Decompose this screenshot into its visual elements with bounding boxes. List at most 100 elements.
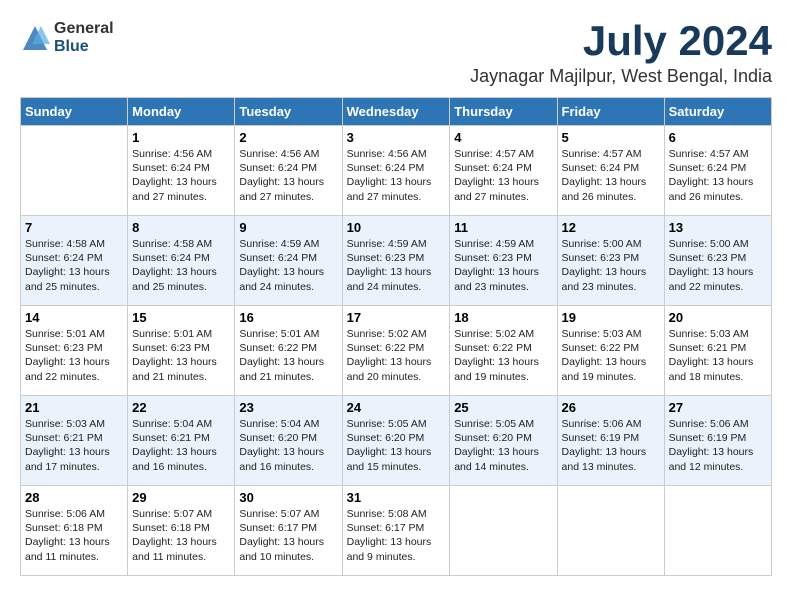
day-info: Sunrise: 4:59 AMSunset: 6:24 PMDaylight:… — [239, 237, 337, 294]
day-info: Sunrise: 5:05 AMSunset: 6:20 PMDaylight:… — [454, 417, 552, 474]
day-number: 14 — [25, 310, 123, 325]
day-number: 2 — [239, 130, 337, 145]
day-number: 9 — [239, 220, 337, 235]
day-info: Sunrise: 5:07 AMSunset: 6:18 PMDaylight:… — [132, 507, 230, 564]
day-info: Sunrise: 4:58 AMSunset: 6:24 PMDaylight:… — [25, 237, 123, 294]
calendar-week-row: 1 Sunrise: 4:56 AMSunset: 6:24 PMDaylight… — [21, 126, 772, 216]
day-of-week-header: Monday — [128, 98, 235, 126]
calendar-cell: 31 Sunrise: 5:08 AMSunset: 6:17 PMDayligh… — [342, 486, 450, 576]
day-info: Sunrise: 5:01 AMSunset: 6:23 PMDaylight:… — [25, 327, 123, 384]
day-info: Sunrise: 4:59 AMSunset: 6:23 PMDaylight:… — [347, 237, 446, 294]
calendar-cell: 4 Sunrise: 4:57 AMSunset: 6:24 PMDaylight… — [450, 126, 557, 216]
day-number: 13 — [669, 220, 767, 235]
day-number: 11 — [454, 220, 552, 235]
calendar-cell: 24Sunrise: 5:05 AMSunset: 6:20 PMDayligh… — [342, 396, 450, 486]
calendar-cell: 25 Sunrise: 5:05 AMSunset: 6:20 PMDayligh… — [450, 396, 557, 486]
day-of-week-header: Wednesday — [342, 98, 450, 126]
day-number: 26 — [562, 400, 660, 415]
day-info: Sunrise: 5:08 AMSunset: 6:17 PMDaylight:… — [347, 507, 446, 564]
calendar-cell: 30 Sunrise: 5:07 AMSunset: 6:17 PMDayligh… — [235, 486, 342, 576]
day-number: 25 — [454, 400, 552, 415]
day-number: 12 — [562, 220, 660, 235]
day-number: 20 — [669, 310, 767, 325]
calendar-cell: 22Sunrise: 5:04 AMSunset: 6:21 PMDayligh… — [128, 396, 235, 486]
logo-blue-text: Blue — [54, 38, 114, 56]
calendar-cell — [557, 486, 664, 576]
day-info: Sunrise: 5:03 AMSunset: 6:21 PMDaylight:… — [25, 417, 123, 474]
day-number: 31 — [347, 490, 446, 505]
calendar-cell: 10 Sunrise: 4:59 AMSunset: 6:23 PMDayligh… — [342, 216, 450, 306]
day-number: 18 — [454, 310, 552, 325]
calendar-week-row: 7Sunrise: 4:58 AMSunset: 6:24 PMDaylight… — [21, 216, 772, 306]
calendar-cell: 12 Sunrise: 5:00 AMSunset: 6:23 PMDayligh… — [557, 216, 664, 306]
calendar-cell: 21Sunrise: 5:03 AMSunset: 6:21 PMDayligh… — [21, 396, 128, 486]
days-of-week-row: SundayMondayTuesdayWednesdayThursdayFrid… — [21, 98, 772, 126]
day-info: Sunrise: 5:02 AMSunset: 6:22 PMDaylight:… — [347, 327, 446, 384]
calendar-cell: 2Sunrise: 4:56 AMSunset: 6:24 PMDaylight… — [235, 126, 342, 216]
calendar-cell: 3 Sunrise: 4:56 AMSunset: 6:24 PMDaylight… — [342, 126, 450, 216]
day-of-week-header: Tuesday — [235, 98, 342, 126]
day-info: Sunrise: 5:04 AMSunset: 6:20 PMDaylight:… — [239, 417, 337, 474]
calendar-cell: 23 Sunrise: 5:04 AMSunset: 6:20 PMDayligh… — [235, 396, 342, 486]
day-number: 10 — [347, 220, 446, 235]
calendar-cell: 13 Sunrise: 5:00 AMSunset: 6:23 PMDayligh… — [664, 216, 771, 306]
calendar-cell: 11 Sunrise: 4:59 AMSunset: 6:23 PMDayligh… — [450, 216, 557, 306]
calendar-week-row: 28 Sunrise: 5:06 AMSunset: 6:18 PMDayligh… — [21, 486, 772, 576]
calendar-cell: 29Sunrise: 5:07 AMSunset: 6:18 PMDayligh… — [128, 486, 235, 576]
day-number: 4 — [454, 130, 552, 145]
day-info: Sunrise: 4:56 AMSunset: 6:24 PMDaylight:… — [347, 147, 446, 204]
day-number: 16 — [239, 310, 337, 325]
day-number: 3 — [347, 130, 446, 145]
header: General Blue July 2024 Jaynagar Majilpur… — [20, 20, 772, 87]
calendar-cell: 9 Sunrise: 4:59 AMSunset: 6:24 PMDaylight… — [235, 216, 342, 306]
location-title: Jaynagar Majilpur, West Bengal, India — [470, 66, 772, 87]
day-number: 27 — [669, 400, 767, 415]
day-of-week-header: Thursday — [450, 98, 557, 126]
day-info: Sunrise: 5:00 AMSunset: 6:23 PMDaylight:… — [562, 237, 660, 294]
calendar-body: 1 Sunrise: 4:56 AMSunset: 6:24 PMDaylight… — [21, 126, 772, 576]
logo-general-text: General — [54, 20, 114, 38]
calendar-cell: 6Sunrise: 4:57 AMSunset: 6:24 PMDaylight… — [664, 126, 771, 216]
day-number: 5 — [562, 130, 660, 145]
calendar-cell: 15 Sunrise: 5:01 AMSunset: 6:23 PMDayligh… — [128, 306, 235, 396]
calendar-cell: 27Sunrise: 5:06 AMSunset: 6:19 PMDayligh… — [664, 396, 771, 486]
logo: General Blue — [20, 20, 114, 55]
calendar-week-row: 14 Sunrise: 5:01 AMSunset: 6:23 PMDayligh… — [21, 306, 772, 396]
calendar-cell: 5Sunrise: 4:57 AMSunset: 6:24 PMDaylight… — [557, 126, 664, 216]
day-of-week-header: Sunday — [21, 98, 128, 126]
calendar-cell: 19Sunrise: 5:03 AMSunset: 6:22 PMDayligh… — [557, 306, 664, 396]
calendar-cell — [664, 486, 771, 576]
day-info: Sunrise: 5:00 AMSunset: 6:23 PMDaylight:… — [669, 237, 767, 294]
day-info: Sunrise: 5:06 AMSunset: 6:18 PMDaylight:… — [25, 507, 123, 564]
day-number: 23 — [239, 400, 337, 415]
calendar-cell: 7Sunrise: 4:58 AMSunset: 6:24 PMDaylight… — [21, 216, 128, 306]
calendar-cell: 14 Sunrise: 5:01 AMSunset: 6:23 PMDayligh… — [21, 306, 128, 396]
day-info: Sunrise: 5:01 AMSunset: 6:23 PMDaylight:… — [132, 327, 230, 384]
logo-text: General Blue — [54, 20, 114, 55]
day-number: 30 — [239, 490, 337, 505]
calendar-cell: 18 Sunrise: 5:02 AMSunset: 6:22 PMDayligh… — [450, 306, 557, 396]
month-title: July 2024 — [470, 20, 772, 62]
day-info: Sunrise: 5:06 AMSunset: 6:19 PMDaylight:… — [562, 417, 660, 474]
day-info: Sunrise: 5:03 AMSunset: 6:21 PMDaylight:… — [669, 327, 767, 384]
day-info: Sunrise: 4:57 AMSunset: 6:24 PMDaylight:… — [454, 147, 552, 204]
day-info: Sunrise: 5:02 AMSunset: 6:22 PMDaylight:… — [454, 327, 552, 384]
calendar-cell: 28 Sunrise: 5:06 AMSunset: 6:18 PMDayligh… — [21, 486, 128, 576]
day-number: 15 — [132, 310, 230, 325]
day-number: 1 — [132, 130, 230, 145]
day-number: 28 — [25, 490, 123, 505]
calendar-header: SundayMondayTuesdayWednesdayThursdayFrid… — [21, 98, 772, 126]
day-number: 22 — [132, 400, 230, 415]
day-info: Sunrise: 5:05 AMSunset: 6:20 PMDaylight:… — [347, 417, 446, 474]
calendar-cell: 26 Sunrise: 5:06 AMSunset: 6:19 PMDayligh… — [557, 396, 664, 486]
day-info: Sunrise: 5:03 AMSunset: 6:22 PMDaylight:… — [562, 327, 660, 384]
calendar-cell: 17 Sunrise: 5:02 AMSunset: 6:22 PMDayligh… — [342, 306, 450, 396]
calendar-cell: 16 Sunrise: 5:01 AMSunset: 6:22 PMDayligh… — [235, 306, 342, 396]
day-info: Sunrise: 5:01 AMSunset: 6:22 PMDaylight:… — [239, 327, 337, 384]
calendar-week-row: 21Sunrise: 5:03 AMSunset: 6:21 PMDayligh… — [21, 396, 772, 486]
day-info: Sunrise: 4:58 AMSunset: 6:24 PMDaylight:… — [132, 237, 230, 294]
calendar-cell — [450, 486, 557, 576]
day-info: Sunrise: 4:59 AMSunset: 6:23 PMDaylight:… — [454, 237, 552, 294]
day-info: Sunrise: 5:07 AMSunset: 6:17 PMDaylight:… — [239, 507, 337, 564]
day-number: 17 — [347, 310, 446, 325]
